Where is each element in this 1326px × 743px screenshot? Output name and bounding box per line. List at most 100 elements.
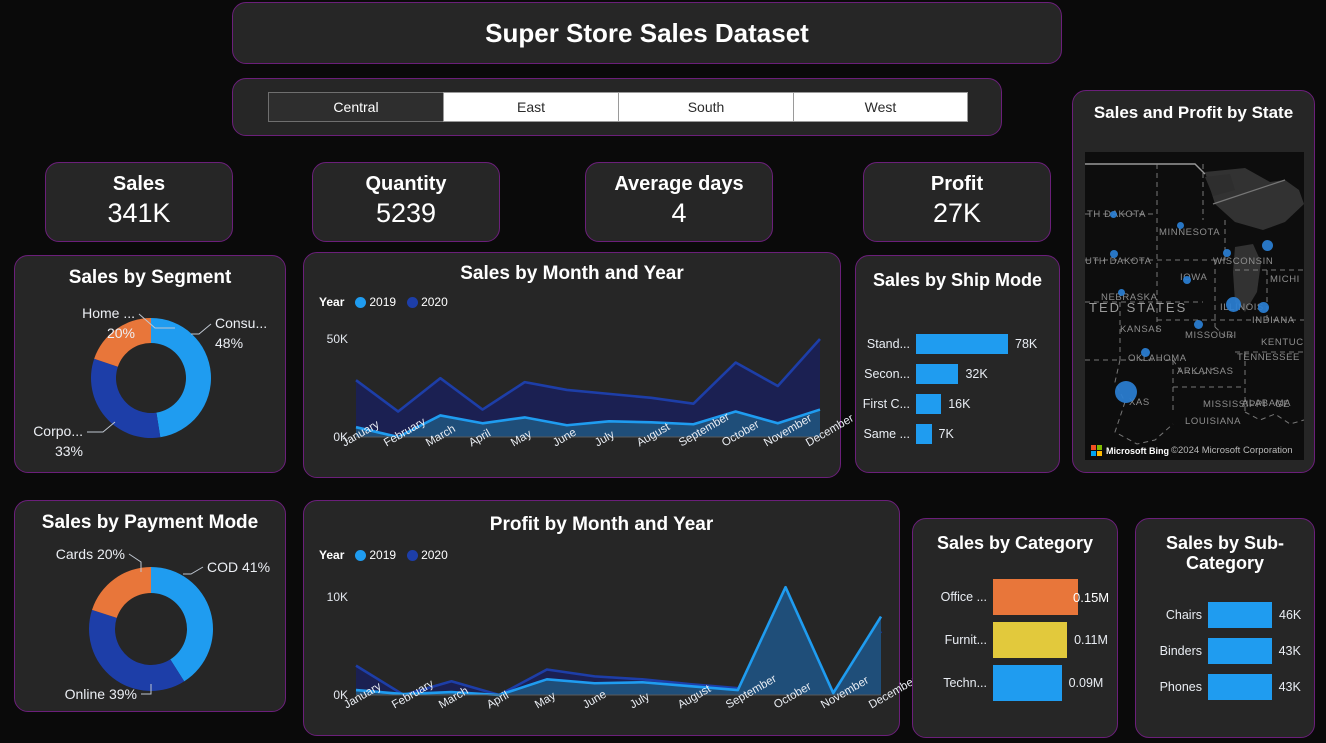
bar-row[interactable]: Chairs 46K [1136, 602, 1301, 628]
legend-color-swatch [407, 549, 419, 561]
bar-row[interactable]: Same ... 7K [856, 424, 954, 444]
bar-category-label: Binders [1159, 644, 1202, 658]
map-state-label: MICHI [1270, 274, 1300, 285]
kpi-value: 4 [671, 198, 687, 228]
bar-rect[interactable] [916, 394, 942, 414]
label-leader-line [87, 421, 116, 433]
bar-rect[interactable]: 0.15M [993, 579, 1109, 615]
panel-title: Sales by Payment Mode [41, 512, 259, 533]
legend-color-swatch [355, 296, 367, 308]
map-bubble[interactable] [1183, 276, 1191, 284]
map-state-label: UTH DAKOTA [1085, 256, 1152, 267]
map-bubble[interactable] [1117, 288, 1125, 296]
map-bubble[interactable] [1225, 296, 1241, 312]
chart-legend[interactable]: Year 2019 2020 [319, 548, 448, 562]
map-state-label: KENTUC [1261, 337, 1304, 348]
payment-donut-chart[interactable]: Cards 20% COD 41% Online 39% [15, 534, 287, 709]
segment-donut-chart[interactable]: Home ... 20% Consu... 48% Corpo... 33% [15, 290, 287, 470]
bar-category-label: Stand... [866, 337, 910, 351]
bar-row[interactable]: Secon... 32K [856, 364, 988, 384]
map-copyright: ©2024 Microsoft Corporation [1171, 445, 1293, 456]
state-map[interactable]: TH DAKOTA MINNESOTA WISCONSIN MICHI UTH DAKO… [1085, 152, 1304, 460]
bar-row[interactable]: Office ... 0.15M [913, 579, 1109, 615]
bar-row[interactable]: First C... 16K [856, 394, 970, 414]
map-state-label: LOUISIANA [1185, 416, 1242, 427]
label-leader-line [191, 323, 212, 335]
bar-value-label: 0.11M [1074, 633, 1108, 647]
legend-item-2020[interactable]: 2020 [407, 295, 448, 309]
map-state-label: OKLAHOMA [1128, 353, 1187, 364]
bar-rect[interactable] [1208, 602, 1272, 628]
microsoft-logo-icon [1091, 445, 1102, 456]
bar-rect[interactable] [916, 424, 932, 444]
donut-label: Home ... [82, 305, 135, 321]
bar-rect[interactable] [1208, 674, 1272, 700]
donut-slice-1[interactable] [90, 358, 161, 438]
chart-legend[interactable]: Year 2019 2020 [319, 295, 448, 309]
map-bubble[interactable] [1110, 250, 1118, 258]
bar-rect[interactable] [993, 665, 1062, 701]
donut-label: 48% [215, 335, 243, 351]
donut-label: Online 39% [65, 686, 137, 702]
bar-category-label: Office ... [940, 590, 987, 604]
map-bubble[interactable] [1223, 249, 1231, 257]
dashboard-title-card: Super Store Sales Dataset [232, 2, 1062, 64]
slicer-option-east[interactable]: East [443, 92, 618, 122]
legend-item-2019[interactable]: 2019 [355, 548, 396, 562]
map-bubble[interactable] [1109, 210, 1117, 218]
kpi-value: 27K [932, 198, 982, 228]
map-bubble[interactable] [1115, 381, 1137, 403]
map-bubble[interactable] [1261, 239, 1273, 251]
sales-by-month-year-panel: Sales by Month and Year Year 2019 2020 0K 5… [303, 252, 856, 478]
map-state-label: MISSISSIPPI [1203, 399, 1267, 410]
legend-item-2020[interactable]: 2020 [407, 548, 448, 562]
map-bubble[interactable] [1193, 319, 1203, 329]
donut-slice-0[interactable] [151, 318, 212, 438]
map-bubble[interactable] [1257, 301, 1269, 313]
region-slicer-card: Central East South West [232, 78, 1002, 136]
bar-value-label: 43K [1278, 644, 1301, 658]
page-title: Super Store Sales Dataset [485, 18, 809, 48]
map-state-label: MISSOURI [1185, 330, 1237, 341]
bar-rect[interactable] [916, 364, 959, 384]
region-slicer[interactable]: Central East South West [268, 92, 968, 122]
map-state-label: MINNESOTA [1159, 227, 1221, 238]
slicer-option-south[interactable]: South [618, 92, 793, 122]
bar-rect[interactable] [916, 334, 1008, 354]
legend-color-swatch [355, 549, 367, 561]
donut-slice-2[interactable] [92, 567, 151, 618]
bar-row[interactable]: Techn... 0.09M [913, 665, 1103, 701]
slicer-option-central[interactable]: Central [268, 92, 443, 122]
bar-row[interactable]: Phones 43K [1136, 674, 1301, 700]
sales-by-ship-mode-panel: Sales by Ship Mode Stand... 78K Secon... 32… [855, 255, 1060, 473]
map-state-label: WISCONSIN [1213, 256, 1274, 267]
bar-row[interactable]: Furnit... 0.11M [913, 622, 1108, 658]
legend-label: 2019 [369, 548, 397, 562]
panel-title: Sales by Sub-Category [1165, 533, 1285, 574]
bar-value-label: 46K [1279, 608, 1302, 622]
bing-logo-attribution: Microsoft Bing [1091, 445, 1169, 456]
kpi-card-sales: Sales 341K [45, 162, 233, 242]
bar-category-label: Techn... [943, 676, 987, 690]
bar-row[interactable]: Stand... 78K [856, 334, 1037, 354]
sales-by-category-panel: Sales by Category Office ... 0.15M Furnit.… [912, 518, 1118, 738]
kpi-label: Sales [112, 173, 166, 195]
map-bubble[interactable] [1140, 347, 1150, 357]
slicer-option-west[interactable]: West [793, 92, 968, 122]
map-bubble[interactable] [1176, 221, 1184, 229]
bar-value-label: 16K [948, 397, 971, 411]
map-state-label: KANSAS [1120, 324, 1163, 335]
donut-slice-1[interactable] [88, 609, 185, 691]
legend-label: 2020 [421, 295, 448, 309]
map-state-label: ARKANSAS [1177, 366, 1234, 377]
bar-category-label: Secon... [864, 367, 910, 381]
panel-title: Sales and Profit by State [1093, 103, 1294, 122]
map-state-label: TENNESSEE [1237, 352, 1300, 363]
bar-rect[interactable] [1208, 638, 1272, 664]
bar-row[interactable]: Binders 43K [1136, 638, 1301, 664]
bar-rect[interactable] [993, 622, 1068, 658]
bar-category-label: Chairs [1165, 608, 1202, 622]
sales-and-profit-by-state-panel: Sales and Profit by State TH DAKOTA MINN… [1072, 90, 1315, 473]
legend-item-2019[interactable]: 2019 [355, 295, 396, 309]
bing-attribution-text: Microsoft Bing [1106, 445, 1169, 456]
